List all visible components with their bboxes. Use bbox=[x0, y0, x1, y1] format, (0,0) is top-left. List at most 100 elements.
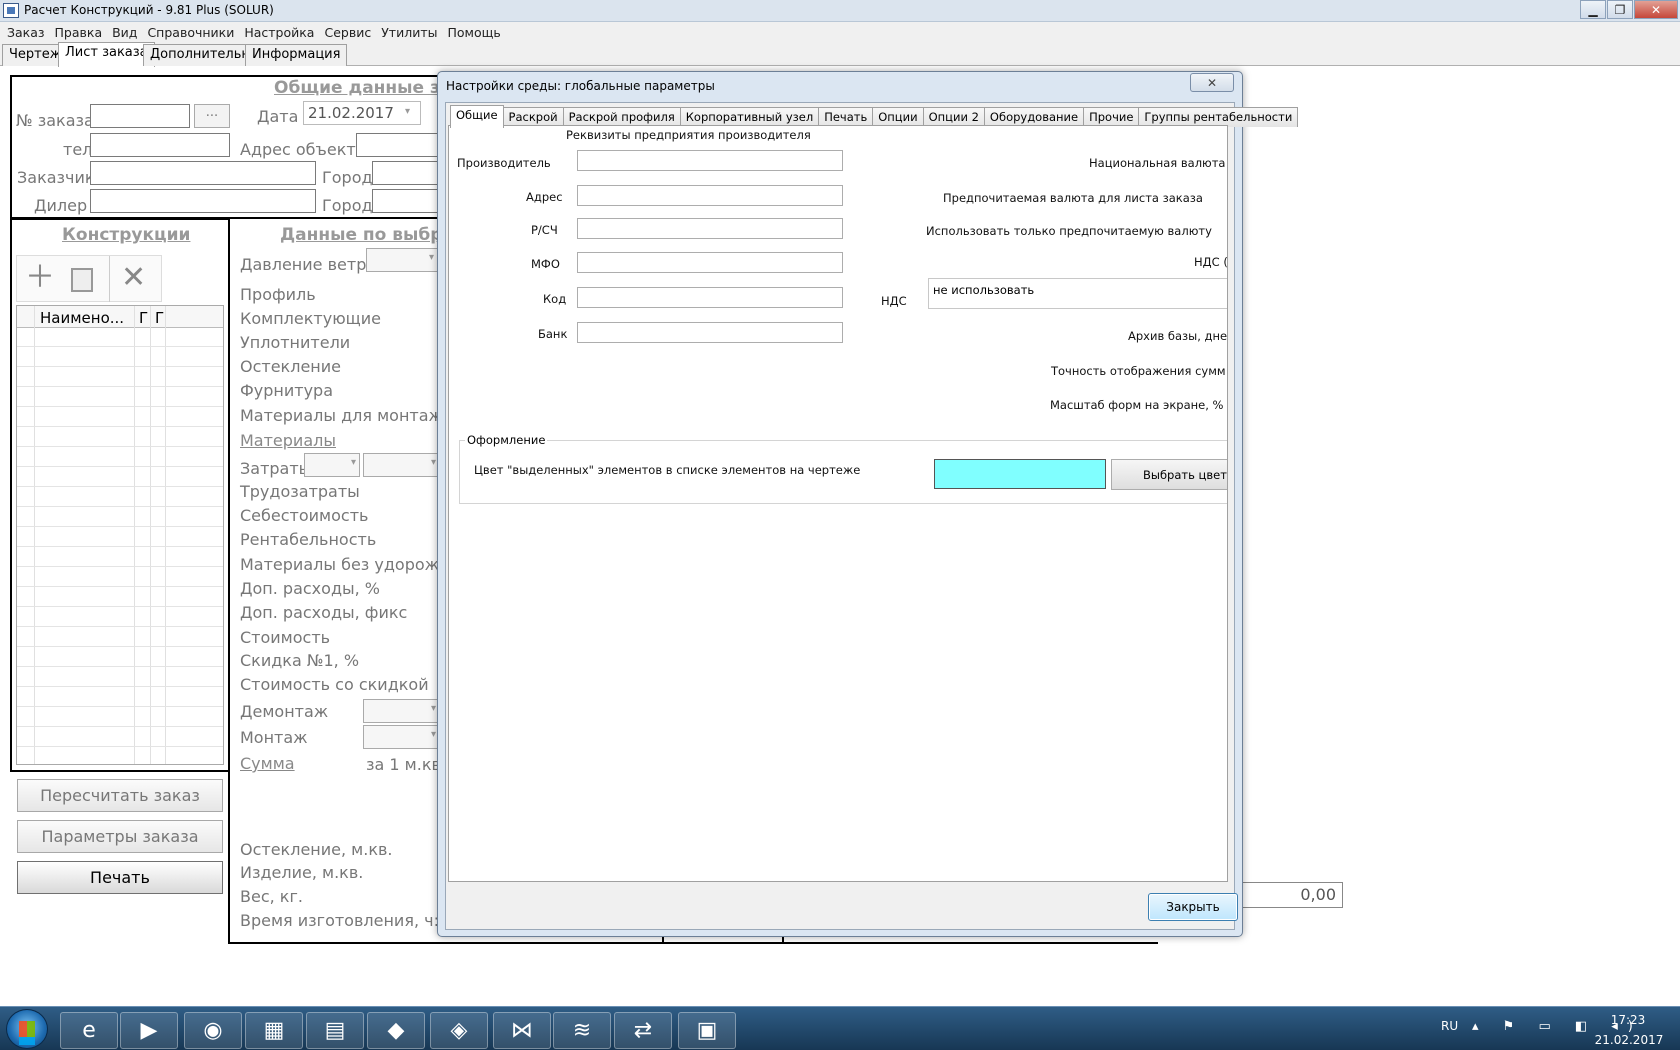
tab-information[interactable]: Информация bbox=[245, 44, 348, 66]
total-value-field[interactable]: 0,00 bbox=[1240, 882, 1343, 908]
table-row[interactable] bbox=[17, 328, 223, 347]
address-input[interactable] bbox=[356, 133, 440, 157]
date-picker[interactable]: 21.02.2017 bbox=[303, 101, 421, 125]
recalc-order-button[interactable]: Пересчитать заказ bbox=[17, 779, 223, 812]
minimize-button[interactable]: ▁ bbox=[1580, 0, 1606, 19]
bank-input[interactable] bbox=[577, 322, 843, 343]
visual-studio-icon[interactable]: ⋈ bbox=[493, 1012, 551, 1049]
calculator-icon[interactable]: ▦ bbox=[245, 1012, 303, 1049]
table-row[interactable] bbox=[17, 388, 223, 407]
table-row[interactable] bbox=[17, 668, 223, 687]
vat-select[interactable]: не использовать bbox=[928, 278, 1227, 309]
table-row[interactable] bbox=[17, 348, 223, 367]
start-button[interactable] bbox=[6, 1009, 48, 1049]
table-row[interactable] bbox=[17, 648, 223, 667]
file-manager-icon[interactable]: ▤ bbox=[306, 1012, 364, 1049]
solur-app-icon[interactable]: ▣ bbox=[678, 1012, 736, 1049]
tab-cutting[interactable]: Раскрой bbox=[502, 107, 564, 127]
wifi-tool-icon[interactable]: ≋ bbox=[553, 1012, 611, 1049]
code-input[interactable] bbox=[577, 287, 843, 308]
install-select[interactable] bbox=[363, 725, 439, 749]
order-no-browse-button[interactable]: ... bbox=[194, 104, 230, 128]
close-button[interactable]: Закрыть bbox=[1148, 893, 1238, 921]
tab-corporate-node[interactable]: Корпоративный узел bbox=[679, 107, 820, 127]
table-row[interactable] bbox=[17, 588, 223, 607]
clock-time[interactable]: 17:23 bbox=[1598, 1013, 1658, 1027]
teamviewer-icon[interactable]: ⇄ bbox=[614, 1012, 672, 1049]
firefox-icon[interactable]: ◉ bbox=[184, 1012, 242, 1049]
tab-order-sheet[interactable]: Лист заказа bbox=[58, 42, 155, 67]
menu-order[interactable]: Заказ bbox=[2, 25, 50, 40]
table-row[interactable] bbox=[17, 568, 223, 587]
delete-icon[interactable]: ✕ bbox=[121, 262, 146, 294]
phone-input[interactable] bbox=[90, 133, 230, 157]
internet-explorer-icon[interactable]: e bbox=[60, 1012, 118, 1049]
add-icon[interactable]: ＋ bbox=[25, 262, 55, 294]
table-row[interactable] bbox=[17, 608, 223, 627]
costs-select-2[interactable] bbox=[363, 453, 439, 477]
table-row[interactable] bbox=[17, 728, 223, 747]
table-row[interactable] bbox=[17, 488, 223, 507]
customer-input[interactable] bbox=[90, 161, 316, 185]
tab-options[interactable]: Опции bbox=[872, 107, 924, 127]
table-row[interactable] bbox=[17, 368, 223, 387]
menu-help[interactable]: Помощь bbox=[442, 25, 505, 40]
materials-link[interactable]: Материалы bbox=[240, 431, 336, 450]
language-indicator[interactable]: RU bbox=[1441, 1019, 1458, 1033]
table-row[interactable] bbox=[17, 508, 223, 527]
wind-pressure-select[interactable] bbox=[366, 248, 438, 272]
dealer-input[interactable] bbox=[90, 189, 316, 213]
table-row[interactable] bbox=[17, 408, 223, 427]
table-row[interactable] bbox=[17, 428, 223, 447]
sum-link[interactable]: Сумма bbox=[240, 754, 295, 773]
menu-utilities[interactable]: Утилиты bbox=[376, 25, 442, 40]
table-row[interactable] bbox=[17, 468, 223, 487]
table-row[interactable] bbox=[17, 688, 223, 707]
date-dropdown-icon[interactable]: ▾ bbox=[405, 106, 410, 117]
dialog-close-icon[interactable]: ✕ bbox=[1190, 73, 1234, 92]
grid-col-2[interactable]: Г bbox=[139, 309, 148, 327]
account-input[interactable] bbox=[577, 218, 843, 239]
menu-view[interactable]: Вид bbox=[107, 25, 142, 40]
clock-date[interactable]: 21.02.2017 bbox=[1592, 1033, 1666, 1047]
table-row[interactable] bbox=[17, 528, 223, 547]
national-currency-label: Национальная валюта bbox=[1089, 156, 1226, 170]
media-player-icon[interactable]: ▶ bbox=[120, 1012, 178, 1049]
edit-icon[interactable] bbox=[71, 268, 93, 292]
print-button[interactable]: Печать bbox=[17, 861, 223, 894]
grid-col-3[interactable]: Г bbox=[155, 309, 164, 327]
table-row[interactable] bbox=[17, 448, 223, 467]
close-window-button[interactable]: ✕ bbox=[1634, 0, 1678, 19]
menu-settings[interactable]: Настройка bbox=[239, 25, 319, 40]
tab-general[interactable]: Общие bbox=[450, 105, 504, 128]
tab-other[interactable]: Прочие bbox=[1083, 107, 1140, 127]
order-no-input[interactable] bbox=[90, 104, 190, 128]
materials-no-markup-label: Материалы без удорожани bbox=[240, 555, 470, 574]
menu-edit[interactable]: Правка bbox=[50, 25, 108, 40]
maximize-button[interactable]: ❐ bbox=[1607, 0, 1633, 19]
manufacturer-input[interactable] bbox=[577, 150, 843, 171]
tab-profitability-groups[interactable]: Группы рентабельности bbox=[1138, 107, 1299, 127]
tab-options-2[interactable]: Опции 2 bbox=[922, 107, 985, 127]
tab-equipment[interactable]: Оборудование bbox=[983, 107, 1085, 127]
costs-select-1[interactable] bbox=[304, 453, 360, 477]
constructions-grid[interactable]: Наимено... Г Г bbox=[16, 305, 224, 765]
city2-input[interactable] bbox=[372, 189, 440, 213]
table-row[interactable] bbox=[17, 708, 223, 727]
grid-col-name[interactable]: Наимено... bbox=[40, 309, 124, 327]
table-row[interactable] bbox=[17, 548, 223, 567]
form-scale-label: Масштаб форм на экране, % bbox=[1050, 398, 1224, 412]
address-input[interactable] bbox=[577, 185, 843, 206]
mfo-input[interactable] bbox=[577, 252, 843, 273]
viewer-icon[interactable]: ◈ bbox=[430, 1012, 488, 1049]
tab-profile-cutting[interactable]: Раскрой профиля bbox=[562, 107, 681, 127]
menu-references[interactable]: Справочники bbox=[142, 25, 239, 40]
table-row[interactable] bbox=[17, 628, 223, 647]
city-input[interactable] bbox=[372, 161, 440, 185]
order-params-button[interactable]: Параметры заказа bbox=[17, 820, 223, 853]
bat-mail-icon[interactable]: ◆ bbox=[367, 1012, 425, 1049]
pick-color-button[interactable]: Выбрать цвет bbox=[1111, 459, 1227, 490]
tab-print[interactable]: Печать bbox=[818, 107, 874, 127]
menu-service[interactable]: Сервис bbox=[319, 25, 376, 40]
dismantle-select[interactable] bbox=[363, 699, 439, 723]
